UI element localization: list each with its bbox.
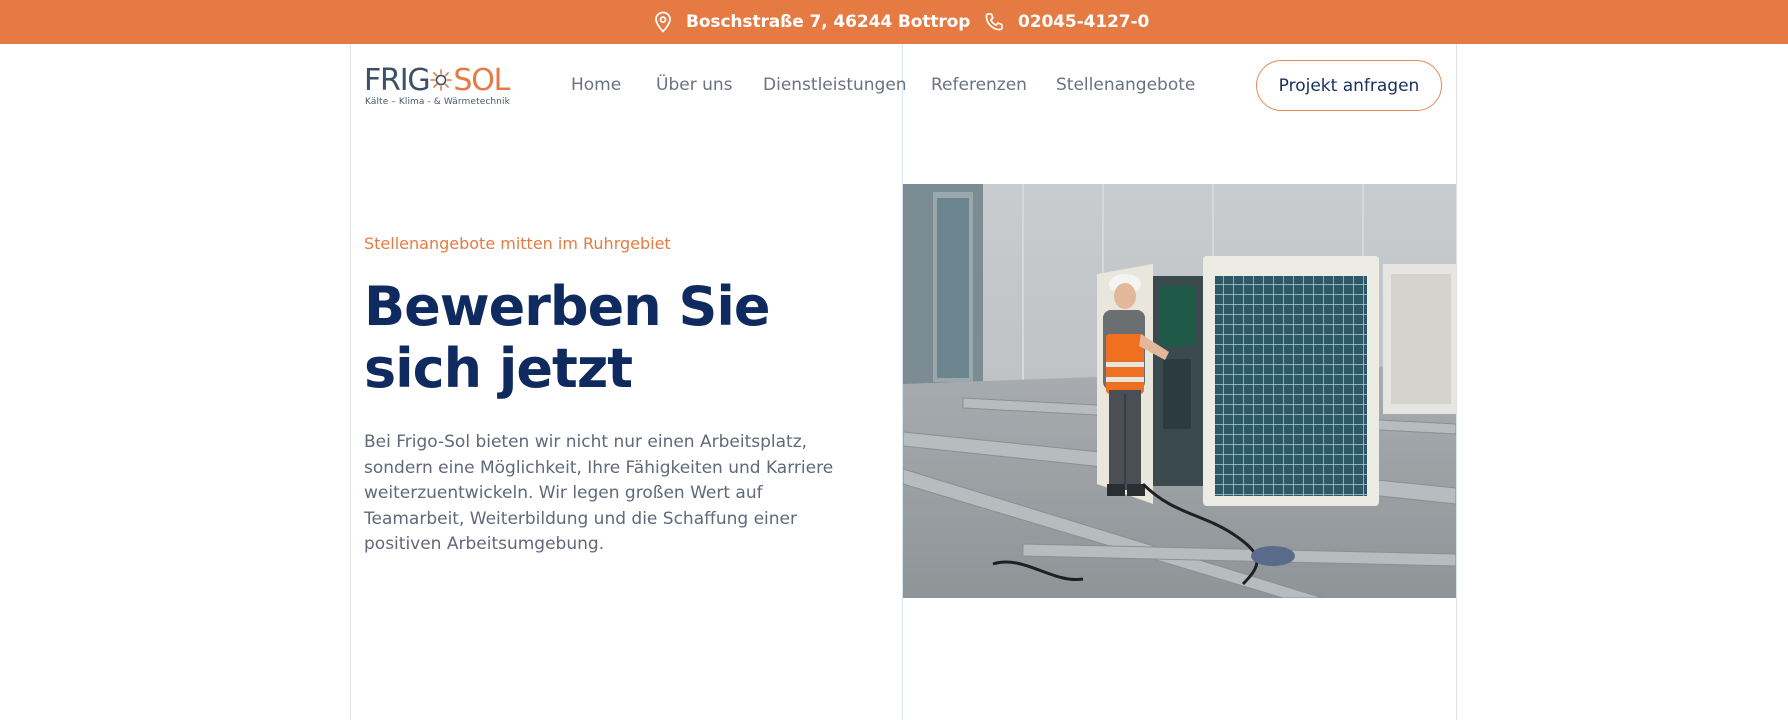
nav-references[interactable]: Referenzen	[931, 65, 1027, 105]
grid-line-left	[350, 44, 351, 720]
hero-title-line-1: Bewerben Sie	[364, 275, 770, 338]
phone-link[interactable]: 02045-4127-0	[984, 0, 1149, 44]
logo-word-right: SOL	[453, 63, 510, 98]
grid-line-right	[1456, 44, 1457, 720]
hero-title-line-2: sich jetzt	[364, 337, 633, 400]
logo[interactable]: FRIG SOL Kälte – Klima - & Wärmetechnik	[364, 64, 514, 108]
sun-snowflake-icon	[430, 69, 453, 91]
nav-home-label: Home	[571, 75, 622, 95]
logo-tagline: Kälte – Klima - & Wärmetechnik	[365, 97, 510, 107]
logo-wordmark: FRIG SOL	[364, 63, 510, 98]
map-pin-icon	[655, 11, 671, 33]
nav-home[interactable]: Home	[571, 65, 621, 105]
nav-jobs[interactable]: Stellenangebote	[1056, 65, 1195, 105]
address-text: Boschstraße 7, 46244 Bottrop	[686, 12, 971, 32]
nav-about-label: Über uns	[656, 75, 733, 95]
phone-icon	[985, 12, 1003, 31]
top-contact-bar: Boschstraße 7, 46244 Bottrop 02045-4127-…	[0, 0, 1788, 44]
logo-word-left: FRIG	[364, 63, 431, 98]
hero-image-technician-ac-unit	[903, 184, 1456, 598]
request-project-button[interactable]: Projekt anfragen	[1256, 60, 1442, 111]
address-link[interactable]: Boschstraße 7, 46244 Bottrop	[654, 0, 970, 44]
phone-text: 02045-4127-0	[1018, 12, 1150, 32]
nav-jobs-label: Stellenangebote	[1056, 75, 1196, 95]
hero-title: Bewerben Sie sich jetzt	[364, 276, 844, 400]
nav-about[interactable]: Über uns	[656, 65, 733, 105]
nav-references-label: Referenzen	[931, 75, 1027, 95]
nav-services[interactable]: Dienstleistungen	[763, 65, 907, 105]
hero-body: Bei Frigo-Sol bieten wir nicht nur einen…	[364, 432, 834, 554]
nav-services-label: Dienstleistungen	[763, 75, 907, 95]
hero-eyebrow: Stellenangebote mitten im Ruhrgebiet	[364, 234, 671, 253]
